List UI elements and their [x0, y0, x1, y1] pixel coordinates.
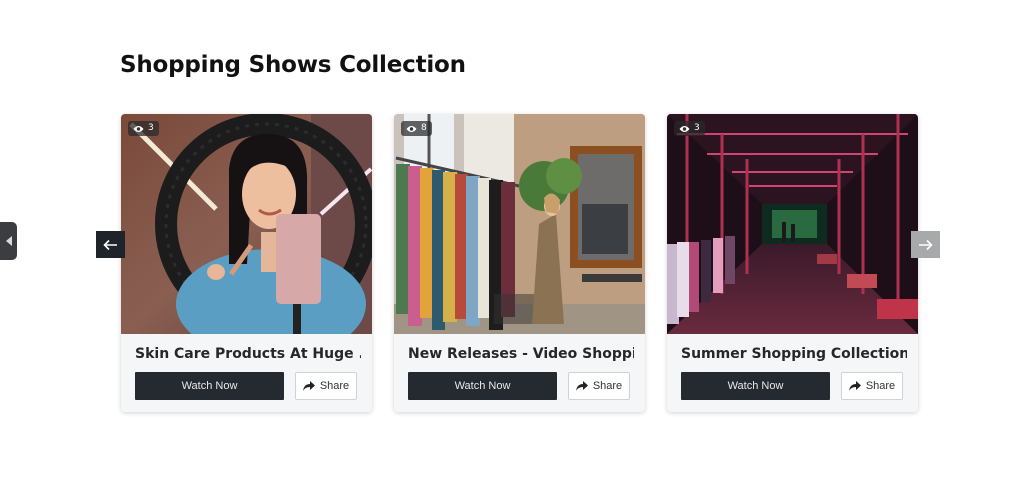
- eye-icon: [406, 125, 417, 132]
- show-title[interactable]: Skin Care Products At Huge ...: [135, 346, 361, 362]
- show-thumbnail[interactable]: 3: [667, 114, 918, 334]
- watch-now-button[interactable]: Watch Now: [135, 372, 284, 400]
- show-thumbnail[interactable]: 8: [394, 114, 645, 334]
- share-arrow-icon: [302, 381, 315, 391]
- share-arrow-icon: [848, 381, 861, 391]
- page-title: Shopping Shows Collection: [120, 52, 466, 78]
- share-label: Share: [592, 380, 623, 392]
- woman-ring-light-image: [121, 114, 372, 334]
- view-count: 3: [148, 123, 154, 133]
- neon-store-image: [667, 114, 918, 334]
- view-count-badge: 3: [674, 121, 705, 136]
- show-title[interactable]: Summer Shopping Collection...: [681, 346, 907, 362]
- show-thumbnail[interactable]: 3: [121, 114, 372, 334]
- show-card[interactable]: 8 New Releases - Video Shoppi... Watch N…: [394, 114, 645, 412]
- view-count-badge: 3: [128, 121, 159, 136]
- share-label: Share: [865, 380, 896, 392]
- clothing-rack-image: [394, 114, 645, 334]
- share-arrow-icon: [575, 381, 588, 391]
- share-button[interactable]: Share: [295, 372, 357, 400]
- view-count: 8: [421, 123, 427, 133]
- share-label: Share: [319, 380, 350, 392]
- eye-icon: [133, 125, 144, 132]
- watch-now-button[interactable]: Watch Now: [681, 372, 830, 400]
- eye-icon: [679, 125, 690, 132]
- show-card[interactable]: 3 Summer Shopping Collection... Watch No…: [667, 114, 918, 412]
- side-panel-toggle[interactable]: [0, 222, 17, 260]
- share-button[interactable]: Share: [841, 372, 903, 400]
- carousel-prev-button[interactable]: [96, 231, 125, 258]
- watch-now-button[interactable]: Watch Now: [408, 372, 557, 400]
- arrow-right-icon: [919, 239, 933, 250]
- show-card[interactable]: 3 Skin Care Products At Huge ... Watch N…: [121, 114, 372, 412]
- carousel-next-button[interactable]: [911, 231, 940, 258]
- share-button[interactable]: Share: [568, 372, 630, 400]
- show-title[interactable]: New Releases - Video Shoppi...: [408, 346, 634, 362]
- view-count: 3: [694, 123, 700, 133]
- view-count-badge: 8: [401, 121, 432, 136]
- caret-left-icon: [5, 236, 12, 246]
- arrow-left-icon: [103, 239, 117, 250]
